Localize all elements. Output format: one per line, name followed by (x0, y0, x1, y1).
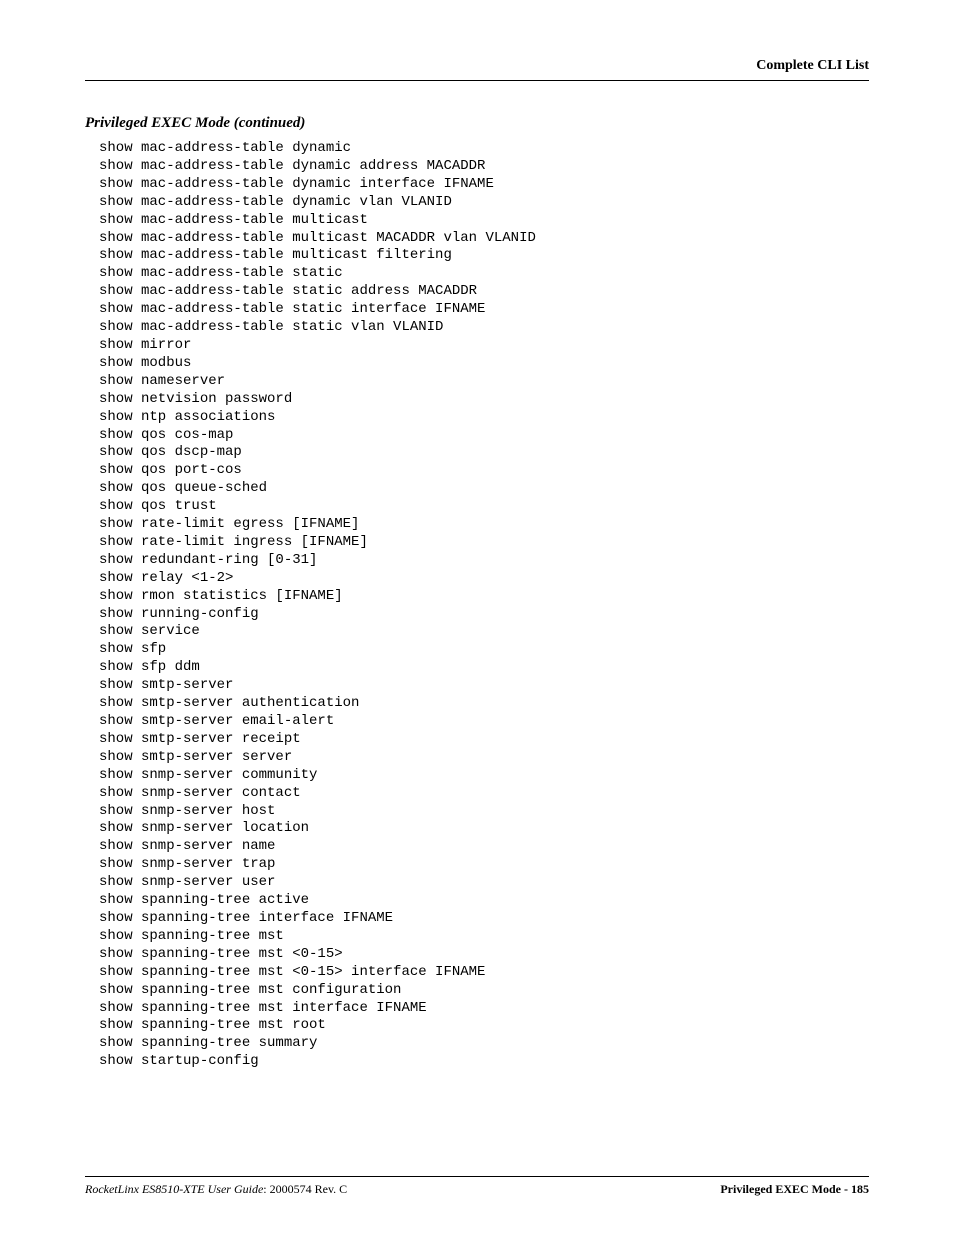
footer-left-italic: RocketLinx ES8510-XTE User Guide (85, 1182, 263, 1196)
content-area: Privileged EXEC Mode (continued) show ma… (85, 115, 869, 1071)
cli-command-list: show mac-address-table dynamic show mac-… (85, 140, 869, 1071)
footer-right: Privileged EXEC Mode - 185 (720, 1182, 869, 1197)
footer-left: RocketLinx ES8510-XTE User Guide: 200057… (85, 1182, 347, 1197)
section-heading: Privileged EXEC Mode (continued) (85, 115, 869, 132)
footer-left-rest: : 2000574 Rev. C (263, 1182, 347, 1196)
header-rule (85, 80, 869, 81)
header-right: Complete CLI List (756, 58, 869, 74)
footer-rule (85, 1176, 869, 1177)
